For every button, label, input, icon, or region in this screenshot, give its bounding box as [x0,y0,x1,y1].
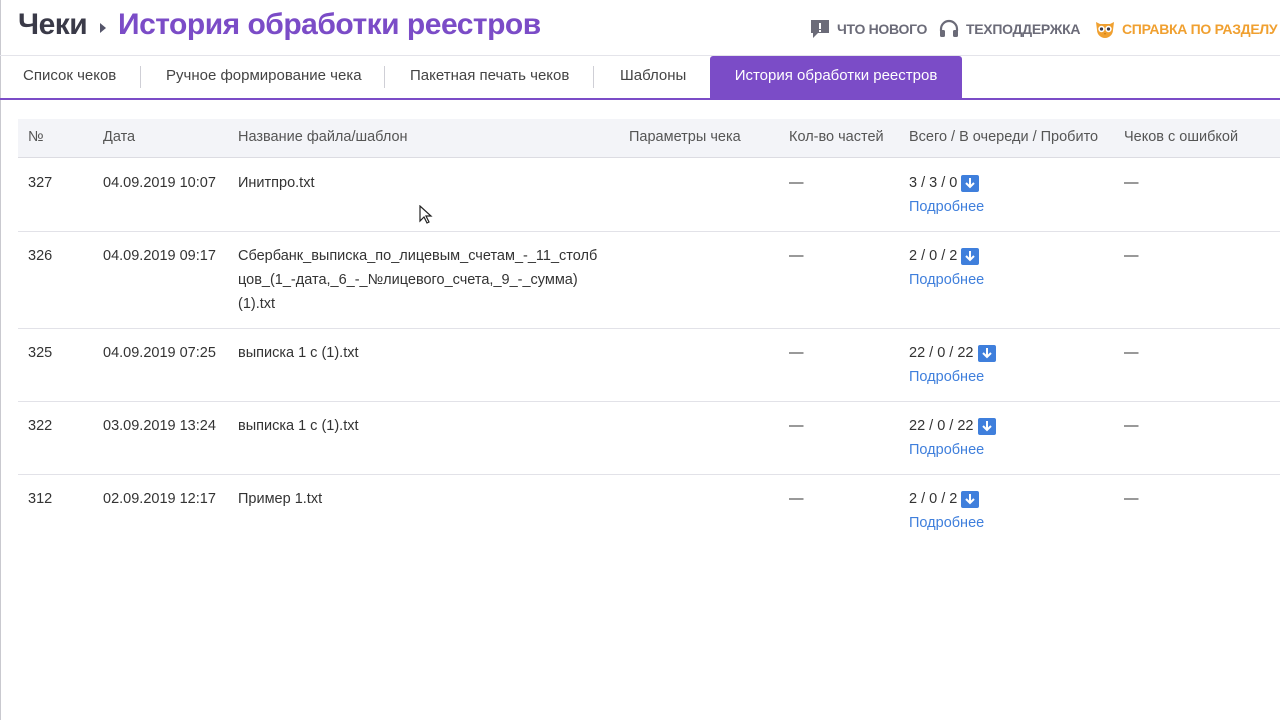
tab-manual-receipt[interactable]: Ручное формирование чека [166,56,362,98]
column-header-params: Параметры чека [629,129,741,145]
support-label: ТЕХПОДДЕРЖКА [966,21,1081,37]
page-header: Чеки История обработки реестров ЧТО НОВО… [0,0,1280,56]
download-icon[interactable] [977,344,996,362]
exclamation-bubble-icon [811,20,829,38]
row-date: 02.09.2019 12:17 [103,491,216,507]
help-label: СПРАВКА ПО РАЗДЕЛУ [1122,21,1278,37]
details-link[interactable]: Подробнее [909,365,984,389]
column-header-totals: Всего / В очереди / Пробито [909,129,1099,145]
owl-icon [1096,22,1114,38]
row-totals-value: 22 / 0 / 22 [909,345,974,361]
row-errors: — [1124,345,1139,361]
row-parts: — [789,175,804,191]
tab-divider [140,66,141,88]
breadcrumb-separator-icon [100,23,106,33]
details-link[interactable]: Подробнее [909,438,984,462]
table-row: 326 04.09.2019 09:17 Сбербанк_выписка_по… [18,232,1280,329]
details-link[interactable]: Подробнее [909,268,984,292]
row-totals: 2 / 0 / 2 [909,487,980,511]
row-number: 326 [28,248,53,264]
download-icon[interactable] [961,247,980,265]
download-icon[interactable] [977,417,996,435]
table-row: 325 04.09.2019 07:25 выписка 1 с (1).txt… [18,329,1280,402]
tab-divider [384,66,385,88]
row-file-name: Сбербанк_выписка_по_лицевым_счетам_-_11_… [238,248,598,312]
column-header-parts: Кол-во частей [789,129,884,145]
tab-divider [593,66,594,88]
row-totals: 22 / 0 / 22 [909,414,996,438]
row-totals: 3 / 3 / 0 [909,171,980,195]
page-left-border [0,0,1,720]
tab-registry-history[interactable]: История обработки реестров [710,56,962,98]
table-row: 327 04.09.2019 10:07 Инитпро.txt — 3 / 3… [18,158,1280,232]
download-icon[interactable] [961,174,980,192]
whats-new-link[interactable]: ЧТО НОВОГО [809,18,927,40]
row-totals: 2 / 0 / 2 [909,244,980,268]
row-parts: — [789,491,804,507]
table-row: 312 02.09.2019 12:17 Пример 1.txt — 2 / … [18,475,1280,547]
column-header-number: № [28,129,44,145]
row-file-name: выписка 1 с (1).txt [238,418,359,434]
row-totals-value: 2 / 0 / 2 [909,248,958,264]
row-errors: — [1124,491,1139,507]
tab-bar: Список чеков Ручное формирование чека Па… [0,55,1280,100]
row-file-name: выписка 1 с (1).txt [238,345,359,361]
row-file-name: Пример 1.txt [238,491,323,507]
tab-receipt-list[interactable]: Список чеков [23,56,116,98]
row-number: 327 [28,175,53,191]
row-parts: — [789,248,804,264]
row-parts: — [789,418,804,434]
row-errors: — [1124,418,1139,434]
row-date: 04.09.2019 07:25 [103,345,216,361]
row-date: 04.09.2019 10:07 [103,175,216,191]
row-totals-value: 2 / 0 / 2 [909,491,958,507]
whats-new-label: ЧТО НОВОГО [837,21,928,37]
table-row: 322 03.09.2019 13:24 выписка 1 с (1).txt… [18,402,1280,475]
row-file-name: Инитпро.txt [238,175,315,191]
breadcrumb-root[interactable]: Чеки [18,8,88,42]
row-totals-value: 22 / 0 / 22 [909,418,974,434]
column-header-date: Дата [103,129,136,145]
row-errors: — [1124,248,1139,264]
help-link[interactable]: СПРАВКА ПО РАЗДЕЛУ [1094,18,1278,40]
details-link[interactable]: Подробнее [909,511,984,535]
row-number: 325 [28,345,53,361]
row-number: 322 [28,418,53,434]
row-totals: 22 / 0 / 22 [909,341,996,365]
row-date: 04.09.2019 09:17 [103,248,216,264]
row-totals-value: 3 / 3 / 0 [909,175,958,191]
support-link[interactable]: ТЕХПОДДЕРЖКА [938,18,1080,40]
row-errors: — [1124,175,1139,191]
tab-batch-print[interactable]: Пакетная печать чеков [410,56,569,98]
column-header-file: Название файла/шаблон [238,129,408,145]
details-link[interactable]: Подробнее [909,195,984,219]
row-parts: — [789,345,804,361]
column-header-errors: Чеков с ошибкой [1124,129,1239,145]
download-icon[interactable] [961,490,980,508]
headset-icon [939,19,959,37]
tab-templates[interactable]: Шаблоны [620,56,686,98]
page-title: История обработки реестров [118,8,541,41]
mouse-cursor-icon [419,205,433,224]
table-header: № Дата Название файла/шаблон Параметры ч… [18,119,1280,158]
row-date: 03.09.2019 13:24 [103,418,216,434]
row-number: 312 [28,491,53,507]
